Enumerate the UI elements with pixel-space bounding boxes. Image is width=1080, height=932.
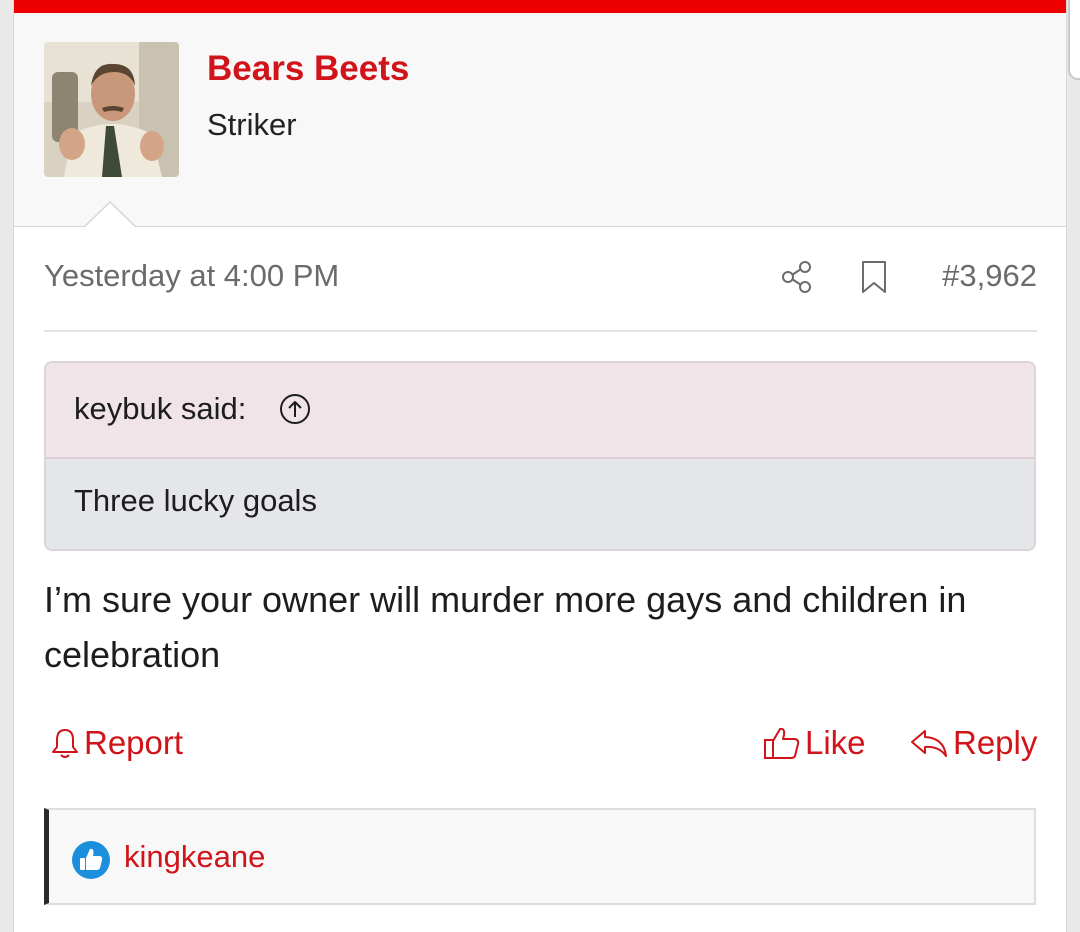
thumbs-up-icon	[72, 841, 110, 879]
quote-body: Three lucky goals	[46, 459, 1034, 549]
bell-icon	[52, 729, 78, 758]
reply-arrow-icon	[911, 730, 947, 757]
quote-block: keybuk said: Three lucky goals	[44, 361, 1036, 551]
like-label: Like	[805, 724, 866, 761]
divider	[44, 330, 1037, 332]
reactions-bar: kingkeane	[44, 808, 1036, 905]
post-number-link[interactable]: #3,962	[942, 258, 1037, 294]
quote-header: keybuk said:	[46, 363, 1034, 459]
post-user-header: Bears Beets Striker	[14, 13, 1066, 227]
reaction-user-link[interactable]: kingkeane	[124, 839, 265, 875]
arrow-up-circle-icon[interactable]	[278, 392, 312, 426]
forum-post: Bears Beets Striker Yesterday at 4:00 PM…	[13, 0, 1067, 932]
like-button[interactable]: Like	[763, 724, 866, 762]
message-pointer-notch	[84, 201, 136, 227]
avatar[interactable]	[44, 42, 179, 177]
scrollbar-edge	[1068, 0, 1080, 80]
bookmark-icon[interactable]	[858, 259, 890, 295]
thumbs-up-outline-icon	[764, 727, 800, 759]
post-timestamp[interactable]: Yesterday at 4:00 PM	[44, 258, 339, 294]
post-message: I’m sure your owner will murder more gay…	[44, 579, 967, 675]
author-name[interactable]: Bears Beets	[207, 49, 409, 89]
share-icon[interactable]	[779, 259, 815, 295]
quote-author[interactable]: keybuk said:	[74, 391, 246, 427]
author-title: Striker	[207, 107, 297, 142]
top-accent-bar	[14, 0, 1066, 13]
reply-label: Reply	[953, 724, 1038, 761]
report-label: Report	[84, 724, 184, 761]
reply-button[interactable]: Reply	[909, 724, 1037, 762]
report-button[interactable]: Report	[50, 724, 183, 762]
page: Bears Beets Striker Yesterday at 4:00 PM…	[0, 0, 1080, 932]
quote-text: Three lucky goals	[74, 483, 317, 518]
